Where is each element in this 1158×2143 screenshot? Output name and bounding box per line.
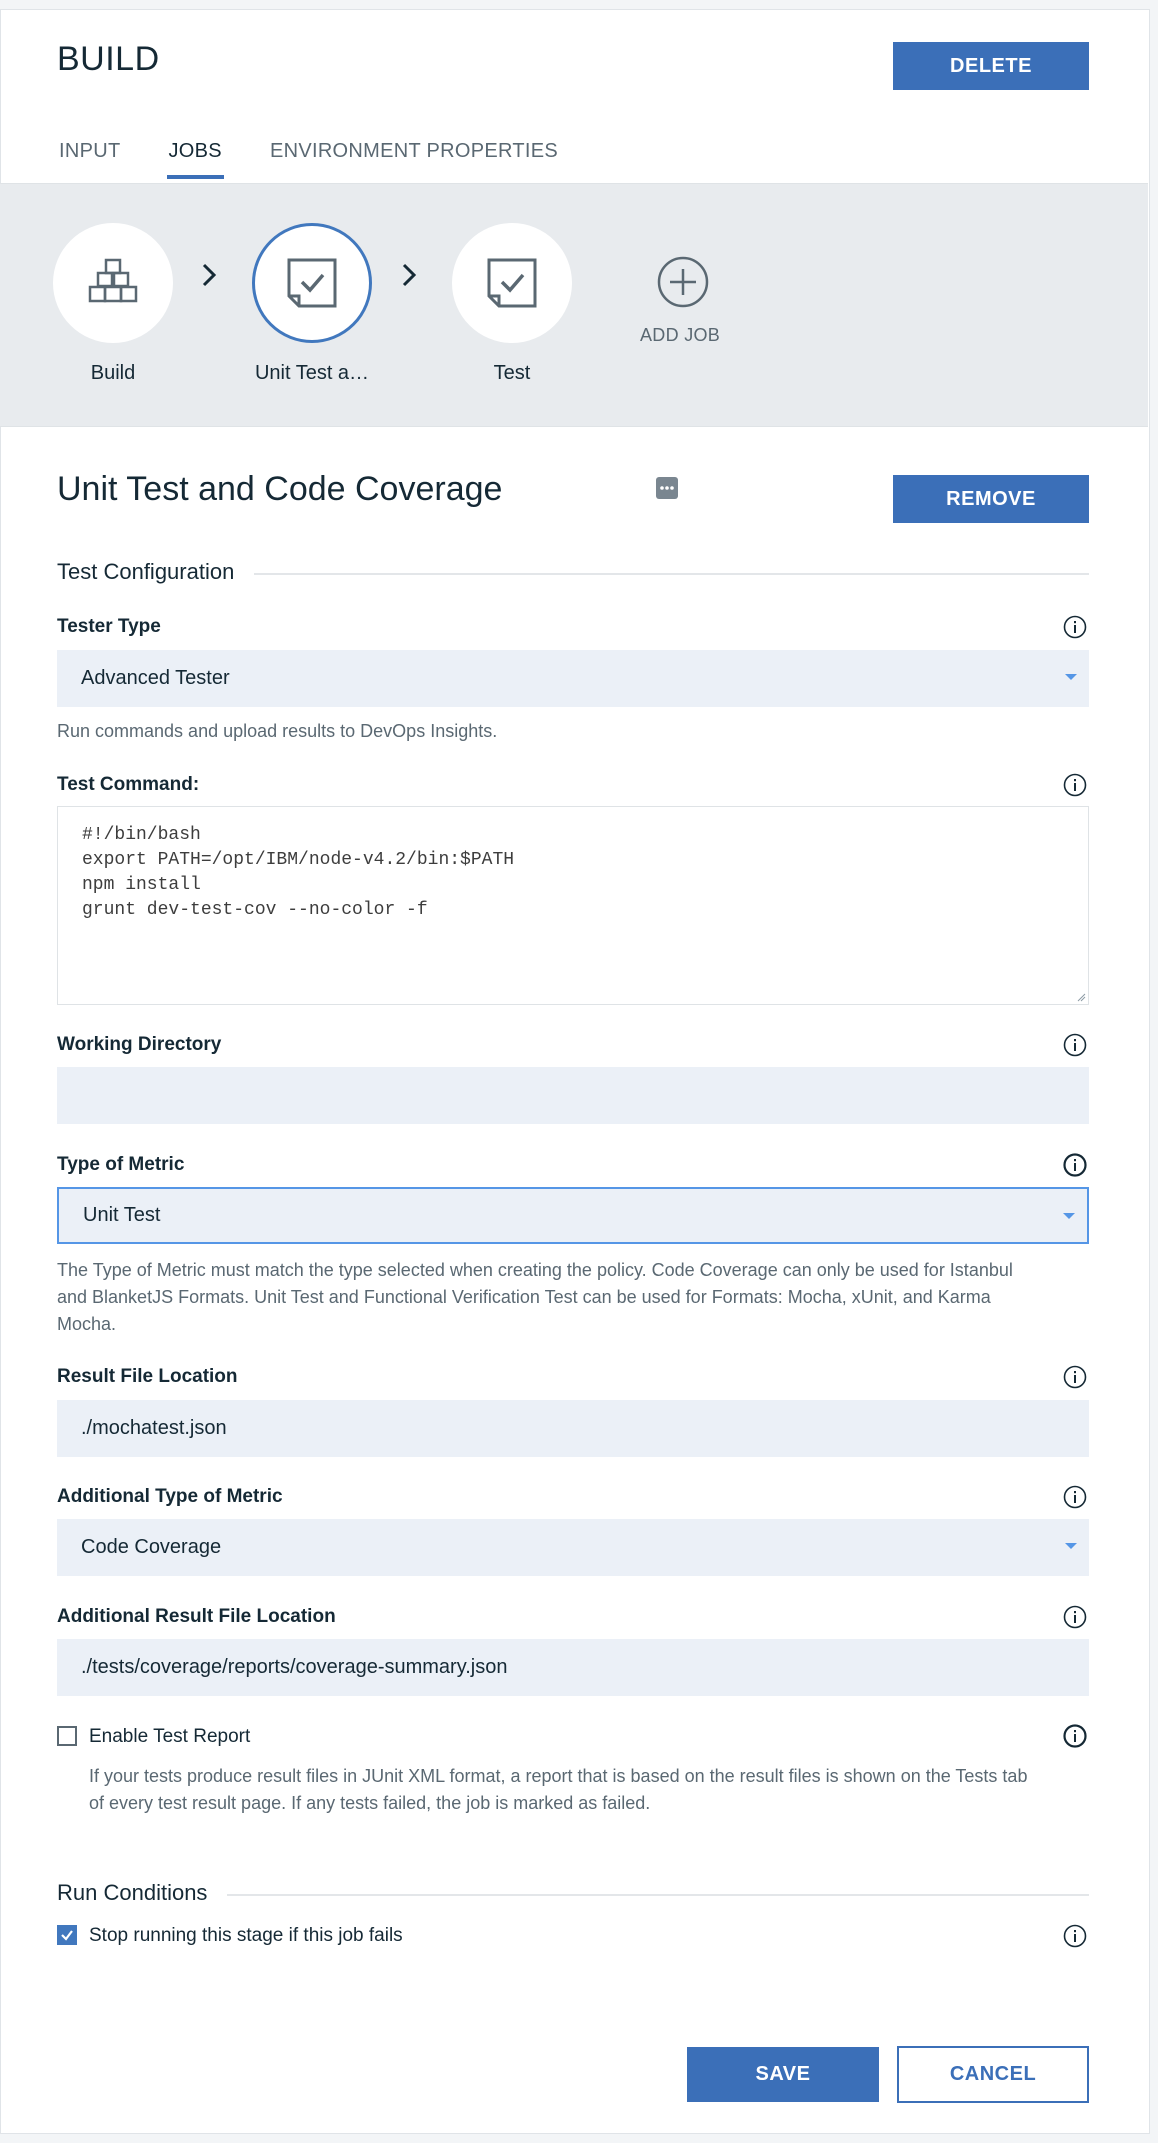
helper-line: of every test result page. If any tests …: [89, 1793, 651, 1813]
type-of-metric-helper: The Type of Metric must match the type s…: [57, 1257, 1097, 1338]
result-file-location-label: Result File Location: [57, 1366, 238, 1387]
caret-down-icon: [1063, 1213, 1075, 1219]
info-icon[interactable]: [1063, 1724, 1087, 1753]
tab-input[interactable]: INPUT: [57, 130, 123, 179]
type-of-metric-value: Unit Test: [83, 1204, 161, 1226]
tester-type-select[interactable]: Advanced Tester: [57, 650, 1089, 707]
info-icon[interactable]: [1063, 1485, 1087, 1514]
tab-environment-properties[interactable]: ENVIRONMENT PROPERTIES: [268, 130, 560, 179]
delete-button[interactable]: DELETE: [893, 42, 1089, 90]
info-icon[interactable]: [1063, 773, 1087, 802]
info-icon[interactable]: [1063, 1605, 1087, 1634]
section-title-run-conditions: Run Conditions: [57, 1880, 228, 1906]
helper-line: and BlanketJS Formats. Unit Test and Fun…: [57, 1287, 991, 1307]
test-command-label: Test Command:: [57, 774, 200, 795]
type-of-metric-label: Type of Metric: [57, 1154, 185, 1175]
info-icon[interactable]: [1063, 1033, 1087, 1062]
info-icon[interactable]: [1063, 1924, 1087, 1953]
job-unit-test[interactable]: [252, 223, 372, 343]
additional-result-file-location-label: Additional Result File Location: [57, 1606, 336, 1627]
helper-line: Mocha.: [57, 1314, 117, 1334]
working-directory-input[interactable]: [57, 1067, 1089, 1124]
info-icon[interactable]: [1063, 615, 1087, 644]
result-file-location-value: ./mochatest.json: [81, 1417, 227, 1439]
save-button[interactable]: SAVE: [687, 2047, 879, 2102]
working-directory-label: Working Directory: [57, 1034, 222, 1055]
helper-line: If your tests produce result files in JU…: [89, 1766, 1028, 1786]
command-line: grunt dev-test-cov --no-color -f: [82, 900, 428, 920]
stop-on-fail-label[interactable]: Stop running this stage if this job fail…: [89, 1925, 403, 1947]
tab-jobs[interactable]: JOBS: [166, 130, 224, 179]
enable-test-report-helper: If your tests produce result files in JU…: [89, 1763, 1099, 1817]
job-pipeline: [0, 184, 1148, 427]
additional-type-of-metric-label: Additional Type of Metric: [57, 1486, 283, 1507]
add-circle-icon: [657, 256, 709, 308]
job-build[interactable]: [53, 223, 173, 343]
result-file-location-input[interactable]: ./mochatest.json: [57, 1400, 1089, 1457]
job-test[interactable]: [452, 223, 572, 343]
command-line: export PATH=/opt/IBM/node-v4.2/bin:$PATH: [82, 850, 515, 870]
tester-type-label: Tester Type: [57, 616, 161, 637]
build-blocks-icon: [88, 258, 138, 303]
helper-line: The Type of Metric must match the type s…: [57, 1260, 1013, 1280]
type-of-metric-select[interactable]: Unit Test: [57, 1187, 1089, 1244]
command-line: #!/bin/bash: [82, 825, 201, 845]
caret-down-icon: [1065, 674, 1077, 680]
tester-type-helper: Run commands and upload results to DevOp…: [57, 721, 498, 741]
enable-test-report-checkbox[interactable]: [57, 1726, 77, 1746]
stage-title: BUILD: [57, 40, 160, 78]
tab-bar: INPUT JOBS ENVIRONMENT PROPERTIES: [57, 130, 604, 179]
test-command-textarea[interactable]: #!/bin/bash export PATH=/opt/IBM/node-v4.…: [57, 806, 1089, 1005]
job-unit-test-label: Unit Test a…: [254, 362, 370, 384]
chevron-right-icon: [200, 262, 218, 296]
caret-down-icon: [1065, 1543, 1077, 1549]
job-test-label: Test: [493, 362, 531, 384]
resize-grip-icon[interactable]: [1076, 992, 1086, 1002]
job-build-label: Build: [90, 362, 136, 384]
enable-test-report-label[interactable]: Enable Test Report: [89, 1726, 250, 1748]
additional-type-of-metric-select[interactable]: Code Coverage: [57, 1519, 1089, 1576]
test-check-icon: [287, 258, 337, 308]
additional-result-file-location-value: ./tests/coverage/reports/coverage-summar…: [81, 1656, 508, 1678]
additional-result-file-location-input[interactable]: ./tests/coverage/reports/coverage-summar…: [57, 1639, 1089, 1696]
job-title: Unit Test and Code Coverage: [57, 470, 503, 508]
additional-type-of-metric-value: Code Coverage: [81, 1536, 222, 1558]
section-title-test-config: Test Configuration: [57, 559, 255, 585]
command-line: npm install: [82, 875, 201, 895]
tester-type-value: Advanced Tester: [81, 667, 230, 689]
info-icon[interactable]: [1063, 1365, 1087, 1394]
cancel-button[interactable]: CANCEL: [897, 2046, 1089, 2103]
more-options-icon[interactable]: [656, 477, 678, 504]
stop-on-fail-checkbox[interactable]: [57, 1925, 77, 1945]
chevron-right-icon: [400, 262, 418, 296]
add-job-button[interactable]: [656, 255, 710, 314]
info-icon[interactable]: [1063, 1153, 1087, 1182]
remove-button[interactable]: REMOVE: [893, 475, 1089, 523]
test-check-icon: [487, 258, 537, 308]
checkmark-icon: [61, 1930, 73, 1941]
add-job-label[interactable]: ADD JOB: [640, 325, 720, 346]
